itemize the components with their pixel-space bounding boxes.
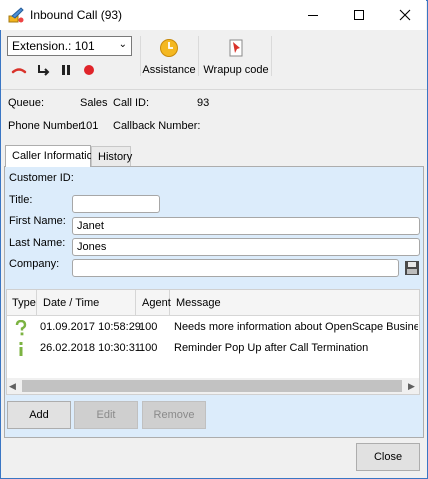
- close-window-button[interactable]: [382, 0, 428, 30]
- save-company-button[interactable]: [404, 260, 420, 276]
- assistance-label: Assistance: [142, 64, 196, 76]
- minimize-icon: [308, 15, 318, 16]
- window-title: Inbound Call (93): [30, 8, 123, 22]
- column-header-message[interactable]: Message: [171, 290, 419, 316]
- toolbar-separator: [198, 36, 199, 76]
- last-name-field[interactable]: Jones: [72, 238, 420, 256]
- customer-id-label: Customer ID:: [9, 172, 74, 184]
- toolbar-separator: [140, 36, 141, 76]
- question-icon: [15, 319, 27, 336]
- first-name-field[interactable]: Janet: [72, 217, 420, 235]
- row-datetime: 01.09.2017 10:58:29: [40, 321, 141, 333]
- remove-button[interactable]: Remove: [142, 401, 206, 429]
- queue-value: Sales: [80, 97, 108, 109]
- app-icon: [8, 7, 24, 23]
- company-field[interactable]: [72, 259, 399, 277]
- hangup-button[interactable]: [11, 62, 27, 78]
- info-icon: [17, 341, 25, 357]
- maximize-button[interactable]: [336, 0, 382, 30]
- transfer-button[interactable]: [35, 62, 51, 78]
- call-id-label: Call ID:: [113, 97, 150, 109]
- chevron-down-icon: ⌄: [118, 39, 127, 50]
- save-icon: [405, 261, 419, 275]
- column-header-agent[interactable]: Agent: [137, 290, 171, 316]
- last-name-label: Last Name:: [9, 237, 66, 249]
- title-label: Title:: [9, 194, 33, 206]
- row-agent: 100: [139, 321, 158, 333]
- tab-caller-information[interactable]: Caller Information: [5, 145, 99, 167]
- extension-value: Extension.: 101: [12, 39, 95, 53]
- phone-number-label: Phone Number:: [8, 120, 86, 132]
- toolbar-separator: [271, 36, 272, 76]
- wrapup-code-button[interactable]: Wrapup code: [202, 36, 270, 78]
- phone-number-value: 101: [80, 120, 99, 132]
- row-agent: 100: [139, 342, 158, 354]
- assistance-icon: [160, 39, 178, 57]
- record-button[interactable]: [81, 62, 97, 78]
- extension-select[interactable]: Extension.: 101 ⌄: [7, 36, 132, 56]
- scroll-right-icon[interactable]: ▶: [408, 381, 415, 392]
- wrapup-label: Wrapup code: [203, 64, 269, 76]
- minimize-button[interactable]: [290, 0, 336, 30]
- record-icon: [84, 65, 94, 75]
- close-button[interactable]: Close: [356, 443, 420, 471]
- first-name-label: First Name:: [9, 215, 66, 227]
- hangup-icon: [11, 68, 27, 74]
- tab-history[interactable]: History: [91, 146, 132, 166]
- pause-icon: [62, 65, 70, 75]
- wrapup-icon: [229, 39, 243, 57]
- add-button[interactable]: Add: [7, 401, 71, 429]
- row-datetime: 26.02.2018 10:30:31: [40, 342, 141, 354]
- hold-button[interactable]: [58, 62, 74, 78]
- company-label: Company:: [9, 258, 60, 270]
- scroll-left-icon[interactable]: ◀: [9, 381, 16, 392]
- assistance-button[interactable]: Assistance: [142, 36, 196, 78]
- transfer-icon: [38, 65, 50, 76]
- column-header-type[interactable]: Type: [7, 290, 37, 316]
- callback-number-label: Callback Number:: [113, 120, 201, 132]
- row-message: Reminder Pop Up after Call Termination: [174, 342, 369, 354]
- maximize-icon: [354, 10, 364, 20]
- close-icon: [399, 9, 411, 21]
- title-field[interactable]: [72, 195, 160, 213]
- queue-label: Queue:: [8, 97, 45, 109]
- edit-button[interactable]: Edit: [74, 401, 138, 429]
- column-header-date-time[interactable]: Date / Time: [38, 290, 136, 316]
- call-id-value: 93: [197, 97, 210, 109]
- row-message: Needs more information about OpenScape B…: [174, 321, 418, 333]
- scrollbar-thumb[interactable]: [22, 380, 402, 392]
